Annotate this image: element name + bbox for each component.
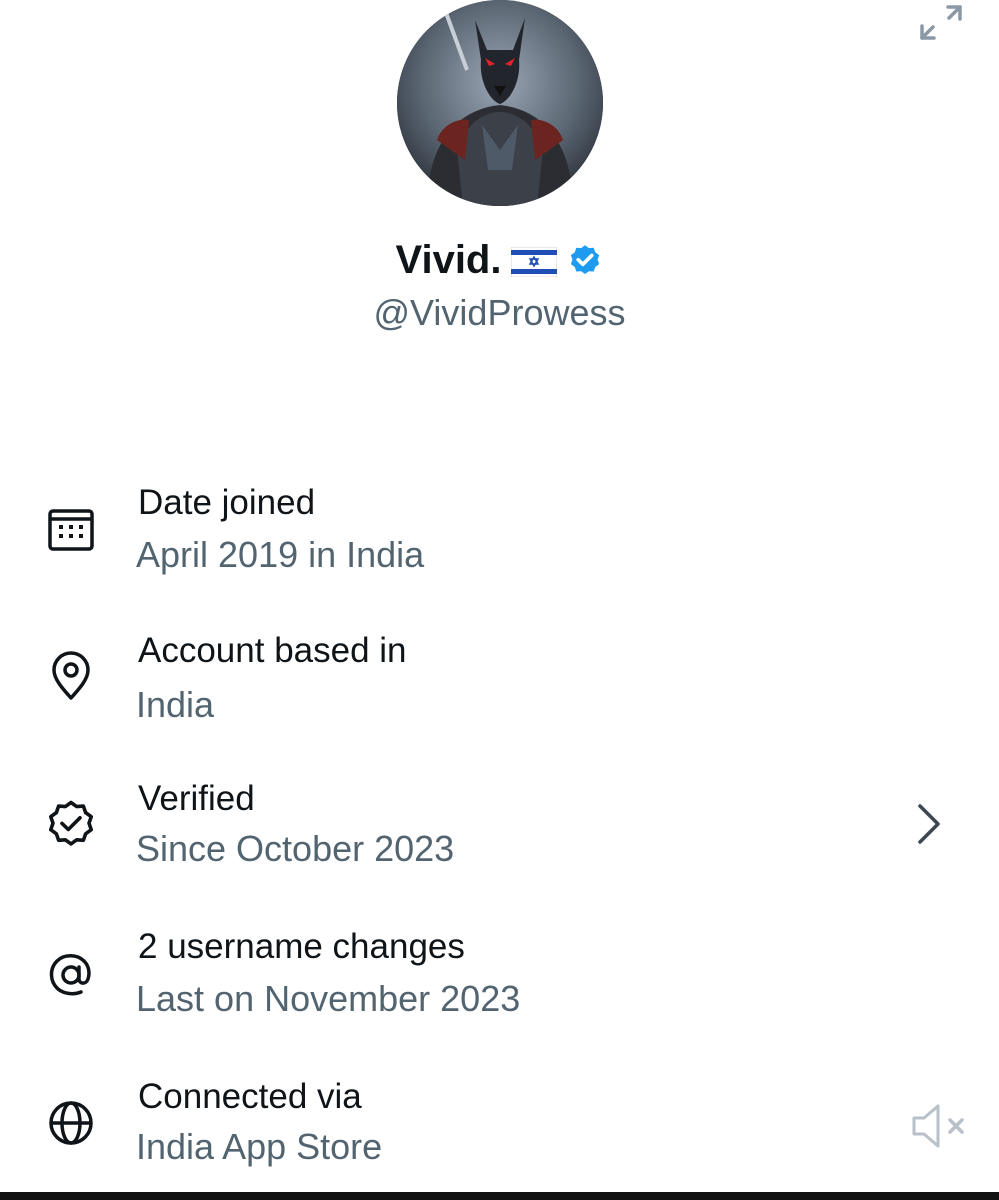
expand-icon[interactable] bbox=[916, 0, 966, 46]
info-title: Verified bbox=[138, 779, 255, 818]
avatar[interactable] bbox=[397, 0, 603, 206]
display-name: Vivid. bbox=[395, 238, 502, 282]
speaker-muted-icon[interactable] bbox=[908, 1098, 972, 1154]
verified-badge-outline-icon bbox=[44, 798, 98, 852]
info-row-account-based-in: Account based in India bbox=[0, 628, 999, 738]
globe-icon bbox=[44, 1096, 98, 1150]
location-pin-icon bbox=[44, 648, 98, 702]
info-row-username-changes: 2 username changes Last on November 2023 bbox=[0, 926, 999, 1036]
info-subtitle: Since October 2023 bbox=[136, 828, 455, 869]
bottom-edge-bar bbox=[0, 1192, 999, 1200]
chevron-right-icon[interactable] bbox=[908, 798, 948, 850]
info-subtitle: India App Store bbox=[136, 1126, 383, 1167]
info-title: Date joined bbox=[138, 483, 316, 522]
info-row-connected-via: Connected via India App Store bbox=[0, 1074, 999, 1184]
info-subtitle: April 2019 in India bbox=[136, 534, 425, 575]
info-title: Account based in bbox=[138, 631, 407, 670]
info-subtitle: Last on November 2023 bbox=[136, 978, 521, 1019]
info-title: 2 username changes bbox=[138, 927, 465, 966]
info-row-verified[interactable]: Verified Since October 2023 bbox=[0, 776, 999, 886]
info-subtitle: India bbox=[136, 684, 215, 725]
info-row-date-joined: Date joined April 2019 in India bbox=[0, 478, 999, 588]
calendar-icon bbox=[44, 502, 98, 556]
profile-name-row: Vivid. bbox=[0, 236, 999, 284]
profile-handle: @VividProwess bbox=[373, 292, 626, 333]
israel-flag-icon bbox=[510, 246, 558, 278]
info-title: Connected via bbox=[138, 1077, 362, 1116]
verified-badge-icon[interactable] bbox=[567, 243, 603, 279]
at-sign-icon bbox=[44, 948, 98, 1002]
